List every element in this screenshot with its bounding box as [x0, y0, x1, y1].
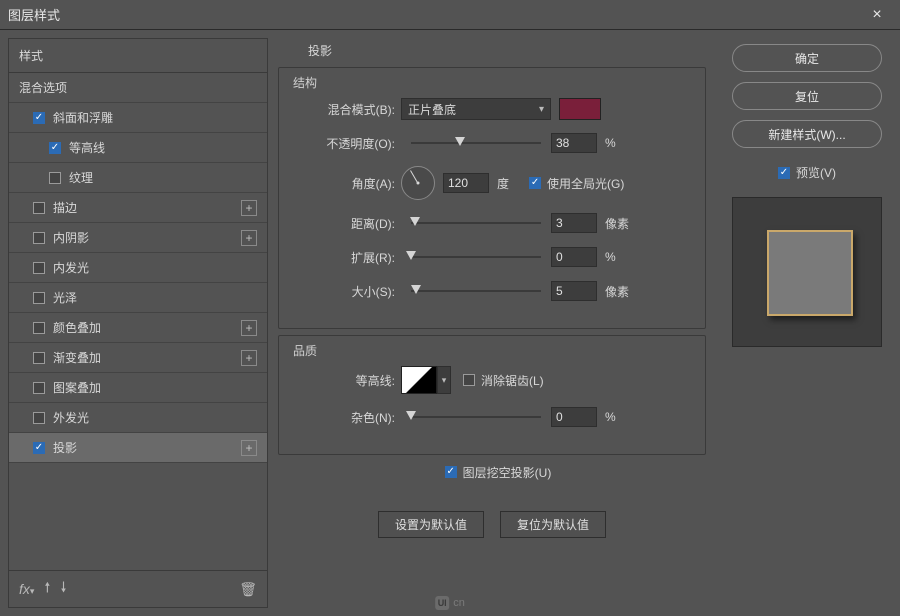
preview-label: 预览(V) — [796, 164, 836, 181]
sidebar-item-contour[interactable]: 等高线 — [9, 133, 267, 163]
close-icon[interactable]: × — [862, 6, 892, 24]
contour-label: 等高线: — [291, 372, 401, 389]
checkbox-icon[interactable] — [33, 112, 45, 124]
sidebar-item-inner-glow[interactable]: 内发光 — [9, 253, 267, 283]
sidebar-footer: fx▾ 🠕 🠗 🗑 — [9, 570, 267, 607]
chevron-down-icon: ▾ — [539, 104, 544, 115]
group-structure: 结构 混合模式(B): 正片叠底 ▾ 不透明度(O): % 角度(A): — [278, 67, 706, 329]
noise-slider[interactable] — [411, 410, 541, 424]
panel-title: 投影 — [278, 38, 706, 61]
sidebar-item-stroke[interactable]: 描边 + — [9, 193, 267, 223]
distance-label: 距离(D): — [291, 215, 401, 232]
checkbox-icon[interactable] — [33, 232, 45, 244]
spread-slider[interactable] — [411, 250, 541, 264]
opacity-slider[interactable] — [411, 136, 541, 150]
spread-label: 扩展(R): — [291, 249, 401, 266]
spread-unit: % — [605, 250, 635, 264]
angle-unit: 度 — [497, 175, 509, 192]
size-unit: 像素 — [605, 283, 635, 300]
preview-box — [732, 197, 882, 347]
sidebar-item-drop-shadow[interactable]: 投影 + — [9, 433, 267, 463]
sidebar-header: 样式 — [9, 39, 267, 73]
antialias-label: 消除锯齿(L) — [481, 372, 544, 389]
angle-input[interactable] — [443, 173, 489, 193]
opacity-label: 不透明度(O): — [291, 135, 401, 152]
sidebar-item-texture[interactable]: 纹理 — [9, 163, 267, 193]
checkbox-icon[interactable] — [33, 262, 45, 274]
global-light-label: 使用全局光(G) — [547, 175, 624, 192]
add-icon[interactable]: + — [241, 350, 257, 366]
watermark-logo: UI — [435, 596, 449, 610]
add-icon[interactable]: + — [241, 230, 257, 246]
distance-input[interactable] — [551, 213, 597, 233]
trash-icon[interactable]: 🗑 — [239, 581, 257, 598]
contour-swatch[interactable] — [401, 366, 437, 394]
sidebar-blend-label: 混合选项 — [19, 79, 257, 96]
size-label: 大小(S): — [291, 283, 401, 300]
sidebar-item-bevel[interactable]: 斜面和浮雕 — [9, 103, 267, 133]
noise-unit: % — [605, 410, 635, 424]
distance-unit: 像素 — [605, 215, 635, 232]
sidebar-item-outer-glow[interactable]: 外发光 — [9, 403, 267, 433]
dialog-content: 样式 混合选项 斜面和浮雕 等高线 纹理 描边 + 内阴影 + 内发光 — [0, 30, 900, 616]
arrow-down-icon[interactable]: 🠗 — [60, 577, 66, 601]
size-input[interactable] — [551, 281, 597, 301]
cancel-button[interactable]: 复位 — [732, 82, 882, 110]
sidebar-blend-options[interactable]: 混合选项 — [9, 73, 267, 103]
blend-mode-select[interactable]: 正片叠底 ▾ — [401, 98, 551, 120]
knockout-label: 图层挖空投影(U) — [463, 464, 552, 481]
checkbox-icon[interactable] — [33, 202, 45, 214]
make-default-button[interactable]: 设置为默认值 — [378, 511, 484, 538]
checkbox-icon[interactable] — [33, 322, 45, 334]
noise-input[interactable] — [551, 407, 597, 427]
spread-input[interactable] — [551, 247, 597, 267]
right-panel: 确定 复位 新建样式(W)... 预览(V) — [722, 38, 892, 608]
settings-panel: 投影 结构 混合模式(B): 正片叠底 ▾ 不透明度(O): % 角度(A): — [278, 38, 712, 608]
checkbox-icon[interactable] — [33, 292, 45, 304]
angle-dial[interactable] — [401, 166, 435, 200]
new-style-button[interactable]: 新建样式(W)... — [732, 120, 882, 148]
checkbox-icon[interactable] — [49, 142, 61, 154]
sidebar-item-pattern-overlay[interactable]: 图案叠加 — [9, 373, 267, 403]
blend-mode-label: 混合模式(B): — [291, 101, 401, 118]
group-legend: 品质 — [293, 342, 317, 359]
sidebar-item-inner-shadow[interactable]: 内阴影 + — [9, 223, 267, 253]
watermark: UI cn — [435, 596, 465, 610]
global-light-checkbox[interactable] — [529, 177, 541, 189]
size-slider[interactable] — [411, 284, 541, 298]
opacity-unit: % — [605, 136, 635, 150]
distance-slider[interactable] — [411, 216, 541, 230]
preview-layer — [767, 230, 853, 316]
opacity-input[interactable] — [551, 133, 597, 153]
title-bar: 图层样式 × — [0, 0, 900, 30]
checkbox-icon[interactable] — [33, 412, 45, 424]
group-legend: 结构 — [293, 74, 317, 91]
angle-label: 角度(A): — [291, 175, 401, 192]
add-icon[interactable]: + — [241, 320, 257, 336]
sidebar-item-gradient-overlay[interactable]: 渐变叠加 + — [9, 343, 267, 373]
reset-default-button[interactable]: 复位为默认值 — [500, 511, 606, 538]
noise-label: 杂色(N): — [291, 409, 401, 426]
add-icon[interactable]: + — [241, 440, 257, 456]
styles-sidebar: 样式 混合选项 斜面和浮雕 等高线 纹理 描边 + 内阴影 + 内发光 — [8, 38, 268, 608]
sidebar-item-satin[interactable]: 光泽 — [9, 283, 267, 313]
knockout-checkbox[interactable] — [445, 466, 457, 478]
contour-dropdown[interactable]: ▾ — [437, 366, 451, 394]
antialias-checkbox[interactable] — [463, 374, 475, 386]
checkbox-icon[interactable] — [33, 382, 45, 394]
window-title: 图层样式 — [8, 5, 862, 24]
sidebar-item-color-overlay[interactable]: 颜色叠加 + — [9, 313, 267, 343]
checkbox-icon[interactable] — [33, 442, 45, 454]
group-quality: 品质 等高线: ▾ 消除锯齿(L) 杂色(N): % — [278, 335, 706, 455]
arrow-up-icon[interactable]: 🠕 — [44, 577, 50, 601]
checkbox-icon[interactable] — [33, 352, 45, 364]
preview-checkbox[interactable] — [778, 167, 790, 179]
fx-icon[interactable]: fx▾ — [19, 581, 34, 597]
ok-button[interactable]: 确定 — [732, 44, 882, 72]
shadow-color-swatch[interactable] — [559, 98, 601, 120]
add-icon[interactable]: + — [241, 200, 257, 216]
checkbox-icon[interactable] — [49, 172, 61, 184]
